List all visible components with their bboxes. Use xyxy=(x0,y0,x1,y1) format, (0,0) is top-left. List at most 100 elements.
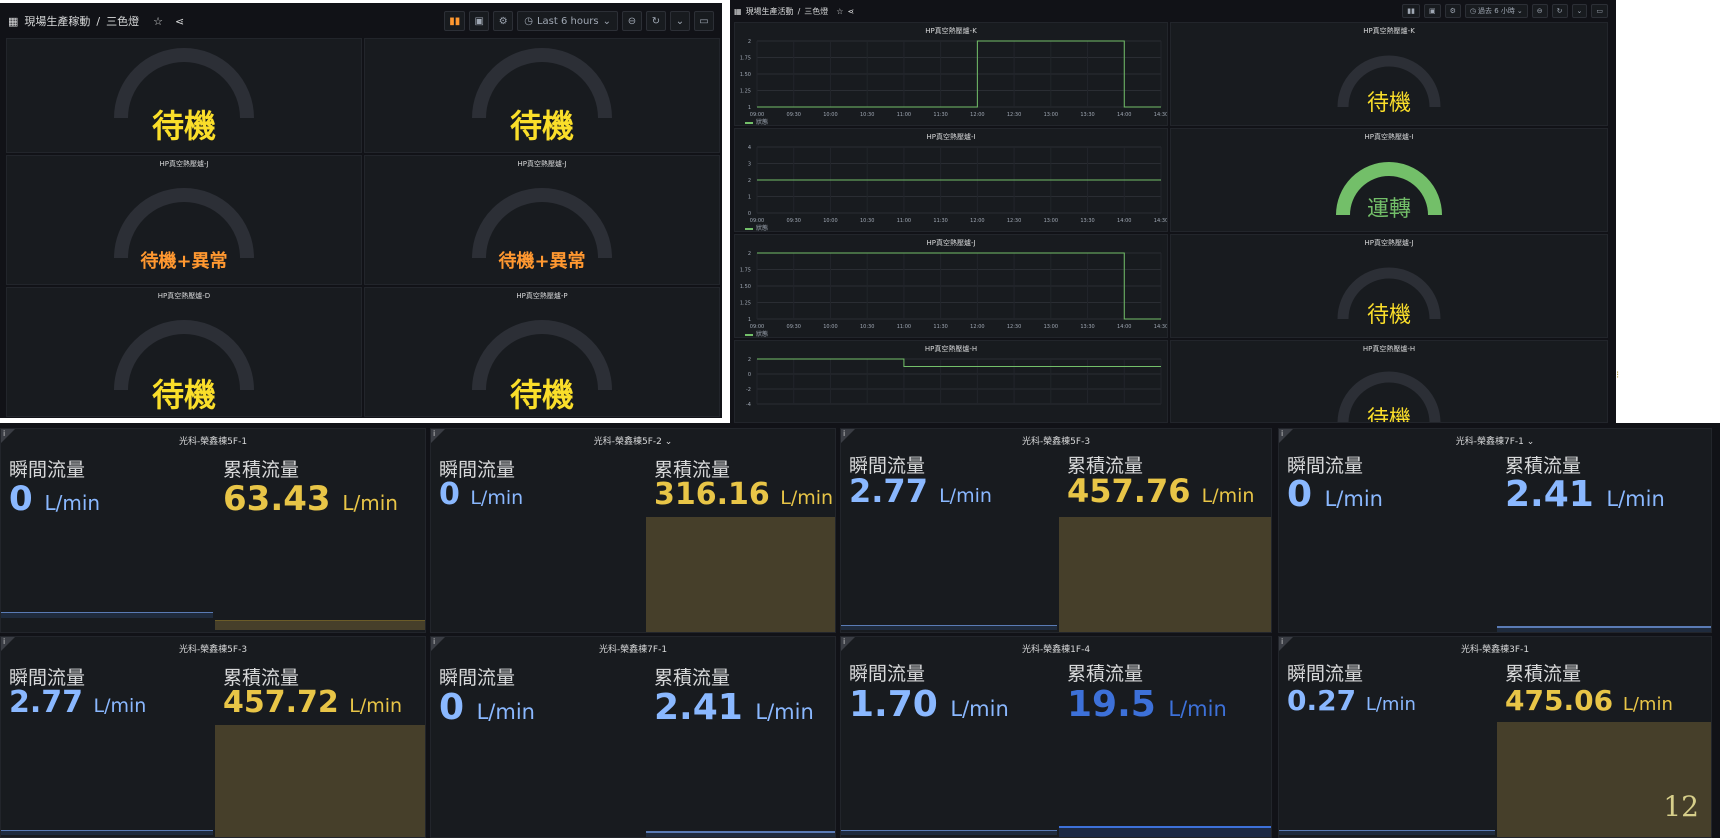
save-icon[interactable]: ▣ xyxy=(469,11,490,31)
status-value: 待機 xyxy=(151,107,216,145)
dashboard-title[interactable]: 三色燈 xyxy=(804,6,828,17)
y-tick-label: 2 xyxy=(748,39,751,45)
chart-legend[interactable]: 狀態 xyxy=(745,329,768,337)
instant-flow-value: 1.70 L/min xyxy=(849,684,1009,725)
star-icon[interactable]: ☆ xyxy=(153,15,163,28)
y-tick-label: 2 xyxy=(748,357,751,363)
x-tick-label: 12:30 xyxy=(1007,112,1021,118)
star-icon[interactable]: ☆ xyxy=(836,7,843,16)
instant-flow-label: 瞬間流量 xyxy=(439,667,516,689)
time-range-picker[interactable]: ◷ 過去 6 小時 ⌄ xyxy=(1464,4,1528,18)
dashboards-grid-icon[interactable]: ▦ xyxy=(734,7,742,16)
cumulative-flow-label: 累積流量 xyxy=(1067,663,1144,685)
share-icon[interactable]: ⋖ xyxy=(175,15,184,28)
x-tick-label: 12:00 xyxy=(970,218,984,224)
time-range-picker[interactable]: ◷ Last 6 hours ⌄ xyxy=(517,11,618,31)
refresh-icon[interactable]: ↻ xyxy=(646,11,666,31)
x-tick-label: 13:00 xyxy=(1044,218,1058,224)
x-tick-label: 10:00 xyxy=(823,324,837,330)
time-range-label: Last 6 hours xyxy=(536,15,599,27)
instant-flow-value: 0 L/min xyxy=(439,687,535,728)
gauge-panel-j[interactable]: HP真空熱壓爐-J 待機 xyxy=(1170,234,1608,338)
gauge-panel-k[interactable]: HP真空熱壓爐-K 待機 xyxy=(1170,22,1608,126)
y-tick-label: 1 xyxy=(748,195,751,201)
chart-legend[interactable]: 狀態 xyxy=(745,223,768,231)
gauge-panel-i[interactable]: HP真空熱壓爐-I 運轉 xyxy=(1170,128,1608,232)
flow-panel-5[interactable]: i 光科-榮鑫棟5F-3 瞬間流量 累積流量 2.77 L/min 457.72… xyxy=(0,636,426,838)
flow-panel-7[interactable]: i 光科-榮鑫棟1F-4 瞬間流量 累積流量 1.70 L/min 19.5 L… xyxy=(840,636,1272,838)
chevron-down-icon[interactable]: ⌄ xyxy=(665,437,673,447)
gauge-panel-2[interactable]: 待機 xyxy=(364,38,720,153)
cumulative-flow-value: 457.72 L/min xyxy=(223,685,403,720)
x-tick-label: 10:00 xyxy=(823,218,837,224)
x-tick-label: 14:30 xyxy=(1154,324,1168,330)
panel-title: HP真空熱壓爐-H xyxy=(1362,345,1416,353)
zoom-out-icon[interactable]: ⊖ xyxy=(1531,4,1548,18)
cumulative-flow-label: 累積流量 xyxy=(223,459,300,481)
tv-mode-icon[interactable]: ▭ xyxy=(1591,4,1608,18)
tv-mode-icon[interactable]: ▭ xyxy=(694,11,714,31)
series-line xyxy=(757,358,1161,367)
x-tick-label: 11:00 xyxy=(897,218,911,224)
x-tick-label: 09:30 xyxy=(787,324,801,330)
dashboard-title[interactable]: 三色燈 xyxy=(106,13,139,29)
cumulative-flow-value: 2.41 L/min xyxy=(1505,474,1665,515)
status-value: 待機+異常 xyxy=(498,251,586,272)
timeseries-panel-h[interactable]: HP真空熱壓爐-H 2 0 -2 -4 xyxy=(734,340,1168,423)
flow-panel-4[interactable]: i 光科-榮鑫棟7F-1 ⌄ 瞬間流量 累積流量 0 L/min 2.41 L/… xyxy=(1278,428,1712,633)
x-tick-label: 14:00 xyxy=(1117,112,1131,118)
flow-panel-1[interactable]: i 光科-榮鑫棟5F-1 瞬間流量 累積流量 0 L/min 63.43 L/m… xyxy=(0,428,426,633)
gauge-panel-6[interactable]: HP真空熱壓爐-P 待機 xyxy=(364,287,720,417)
y-tick-label: 2 xyxy=(748,178,751,184)
instant-flow-label: 瞬間流量 xyxy=(1287,663,1364,685)
gauge-panel-1[interactable]: 待機 xyxy=(6,38,362,153)
settings-gear-icon[interactable]: ⚙ xyxy=(1444,4,1461,18)
flow-panel-6[interactable]: i 光科-榮鑫棟7F-1 瞬間流量 累積流量 0 L/min 2.41 L/mi… xyxy=(430,636,836,838)
instant-flow-value: 0 L/min xyxy=(439,477,524,512)
legend-swatch xyxy=(745,227,753,230)
cumulative-sparkline xyxy=(1059,826,1271,837)
timeseries-panel-i[interactable]: HP真空熱壓爐-I 4 3 2 1 0 09:00 09:30 10:00 10:30 11:00… xyxy=(734,128,1168,232)
flow-panel-title: 光科-榮鑫棟5F-1 xyxy=(178,437,248,447)
save-icon[interactable]: ▣ xyxy=(1423,4,1441,18)
gauge-panel-4[interactable]: HP真空熱壓爐-J 待機+異常 xyxy=(364,155,720,285)
x-tick-label: 11:00 xyxy=(897,112,911,118)
cumulative-flow-label: 累積流量 xyxy=(654,667,731,689)
add-panel-button[interactable]: ▮▮ xyxy=(444,11,466,31)
instant-flow-value: 2.77 L/min xyxy=(9,685,147,720)
x-tick-label: 11:30 xyxy=(933,112,947,118)
refresh-interval-chevron-icon[interactable]: ⌄ xyxy=(670,11,690,31)
breadcrumb-folder[interactable]: 現場生產活動 xyxy=(746,6,794,17)
instant-sparkline xyxy=(841,830,1057,835)
timeseries-panel-j[interactable]: HP真空熱壓爐-J 2 1.75 1.50 1.25 1 09:00 09:30 10:00 1… xyxy=(734,234,1168,338)
cumulative-flow-value: 475.06 L/min xyxy=(1505,684,1673,717)
share-icon[interactable]: ⋖ xyxy=(847,7,854,16)
gauge-panel-5[interactable]: HP真空熱壓爐-D 待機 xyxy=(6,287,362,417)
y-tick-label: -2 xyxy=(746,387,751,393)
y-tick-label: 2 xyxy=(748,251,751,257)
x-tick-label: 13:00 xyxy=(1044,324,1058,330)
chevron-down-icon[interactable]: ⌄ xyxy=(1527,437,1535,447)
dashboards-grid-icon[interactable]: ▦ xyxy=(8,15,18,28)
status-value: 待機 xyxy=(509,376,574,414)
settings-gear-icon[interactable]: ⚙ xyxy=(493,11,514,31)
add-panel-button[interactable]: ▮▮ xyxy=(1402,4,1420,18)
y-tick-label: 1 xyxy=(748,317,751,323)
instant-flow-label: 瞬間流量 xyxy=(9,459,86,481)
gauge-panel-h[interactable]: HP真空熱壓爐-H 待機 xyxy=(1170,340,1608,423)
cumulative-flow-value: 2.41 L/min xyxy=(654,687,814,728)
chart-legend[interactable]: 狀態 xyxy=(745,117,768,125)
flow-panel-2[interactable]: i 光科-榮鑫棟5F-2 ⌄ 瞬間流量 累積流量 0 L/min 316.16 … xyxy=(430,428,836,633)
zoom-out-icon[interactable]: ⊖ xyxy=(622,11,642,31)
refresh-interval-chevron-icon[interactable]: ⌄ xyxy=(1571,4,1588,18)
y-tick-label: 1 xyxy=(748,105,751,111)
refresh-icon[interactable]: ↻ xyxy=(1551,4,1568,18)
cumulative-sparkline xyxy=(215,620,425,630)
flow-panel-3[interactable]: i 光科-榮鑫棟5F-3 瞬間流量 累積流量 2.77 L/min 457.76… xyxy=(840,428,1272,633)
y-tick-label: 0 xyxy=(748,372,751,378)
breadcrumb-folder[interactable]: 現場生產稼動 xyxy=(24,13,90,29)
status-value: 運轉 xyxy=(1366,197,1411,222)
flow-panel-8[interactable]: i 光科-榮鑫棟3F-1 瞬間流量 累積流量 0.27 L/min 475.06… xyxy=(1278,636,1712,838)
gauge-panel-3[interactable]: HP真空熱壓爐-J 待機+異常 xyxy=(6,155,362,285)
timeseries-panel-k[interactable]: HP真空熱壓爐-K 2 1.75 1.50 1.25 1 09:00 09:30 10:00 1… xyxy=(734,22,1168,126)
